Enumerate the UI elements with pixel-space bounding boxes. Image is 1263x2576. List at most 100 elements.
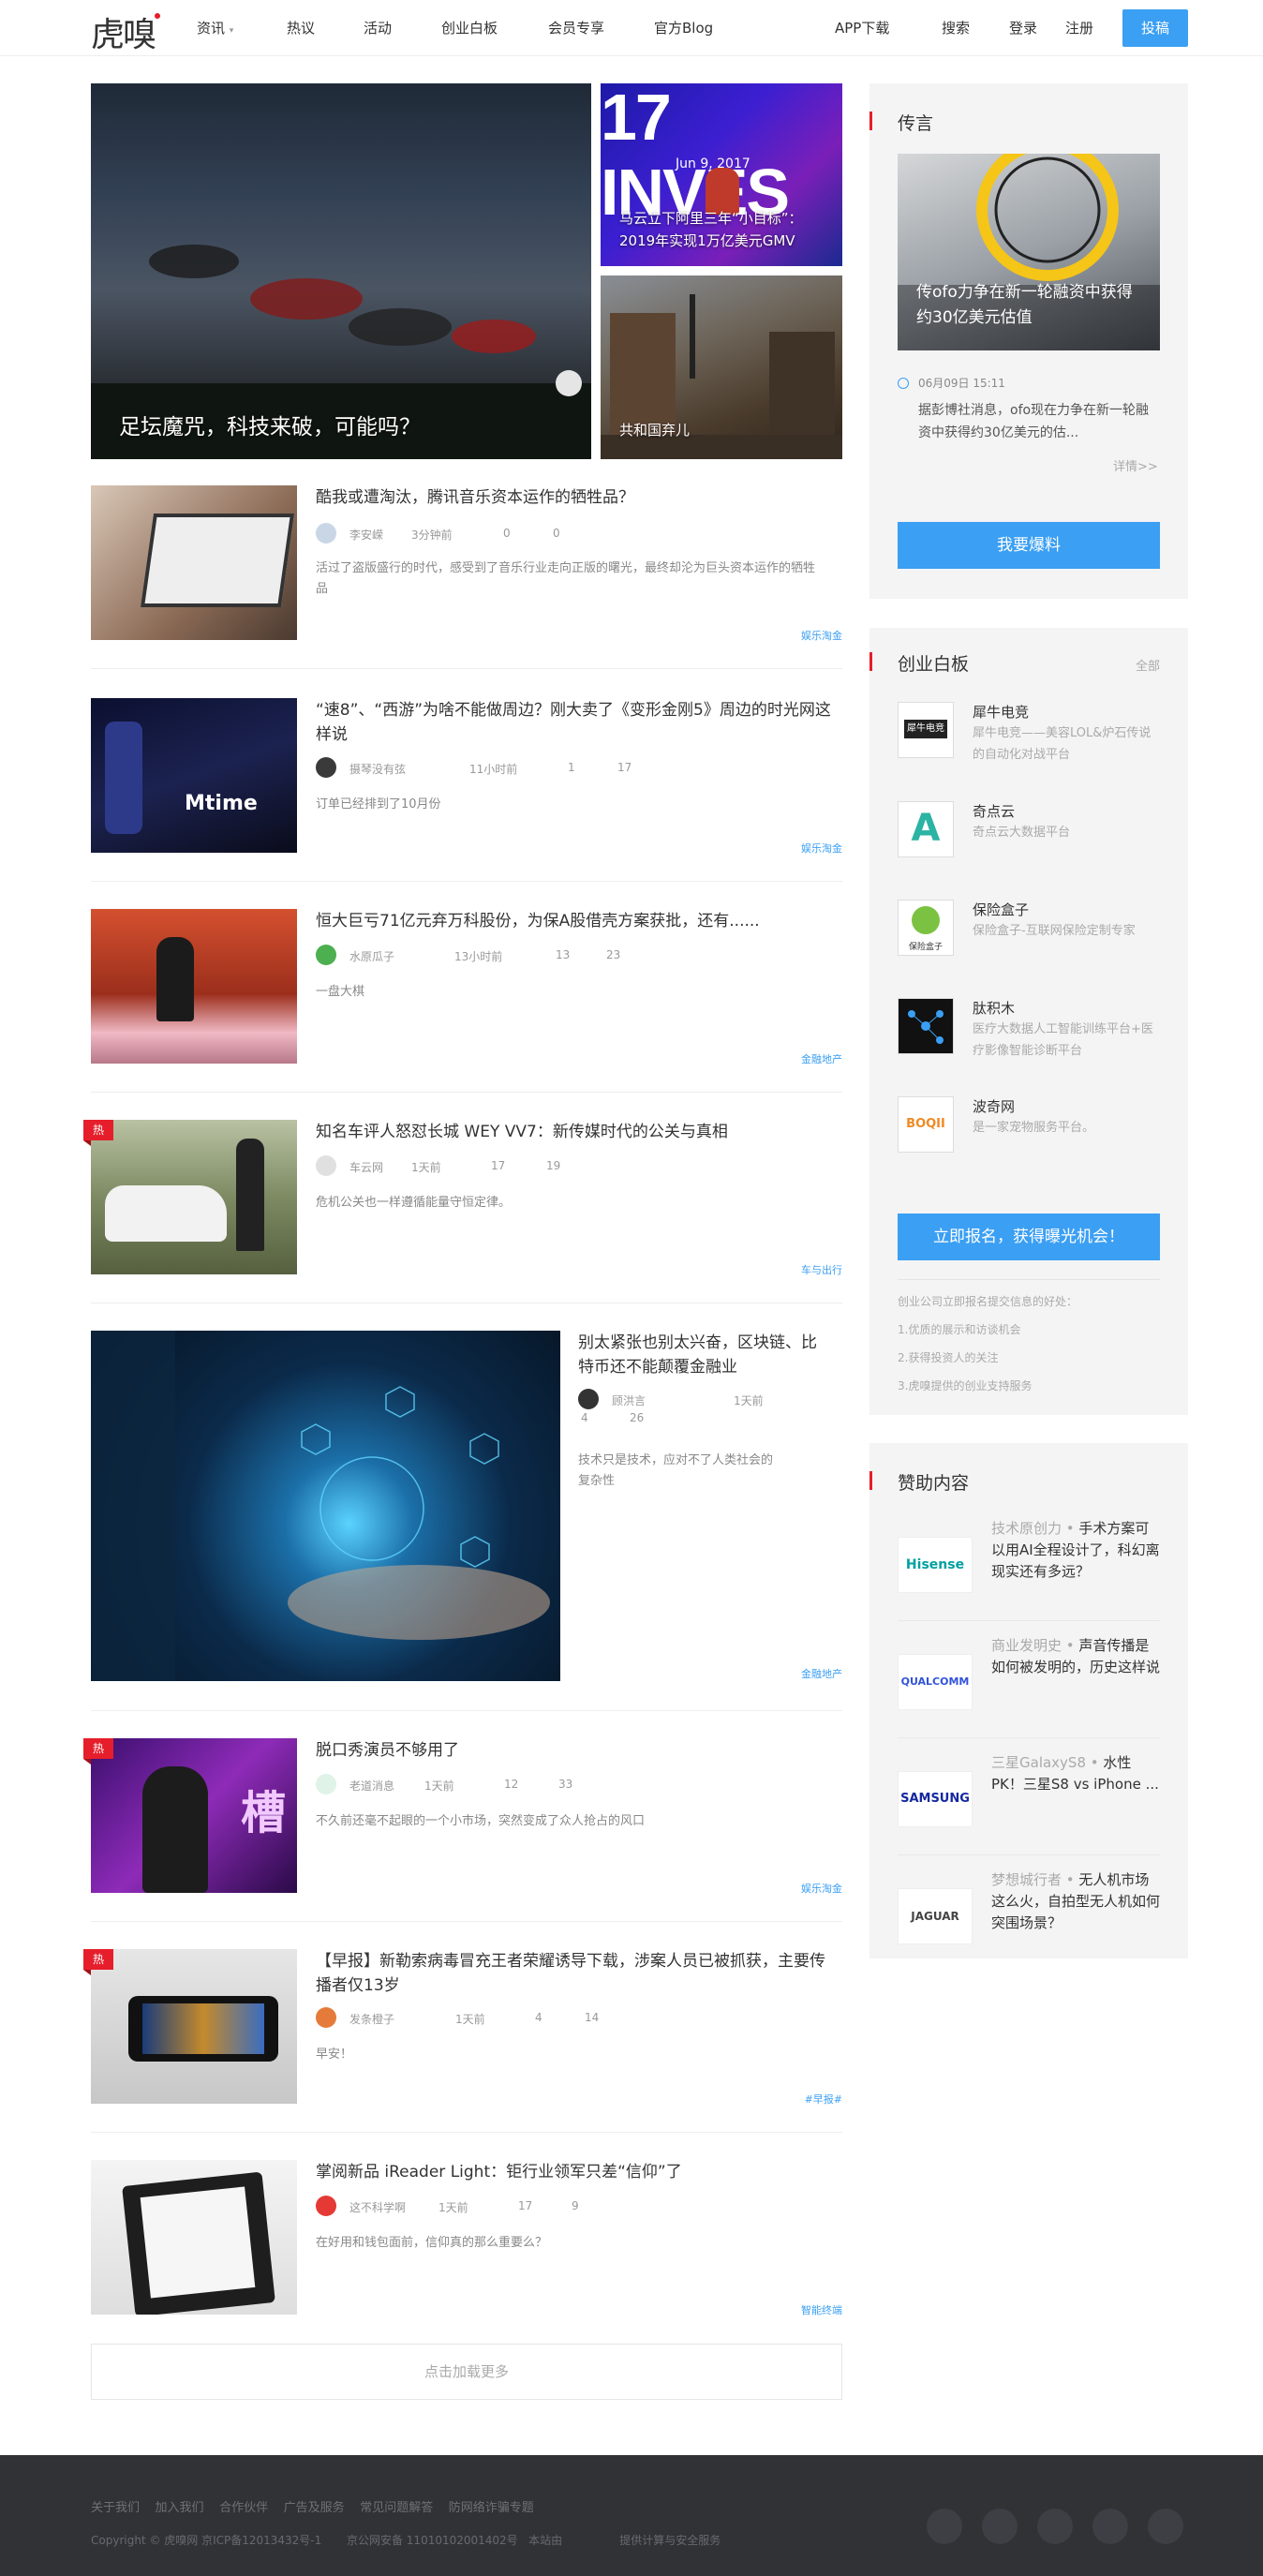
footer-link[interactable]: 关于我们 (91, 2501, 140, 2515)
footer-link[interactable]: 加入我们 (156, 2501, 204, 2515)
rumor-text[interactable]: 据彭博社消息，ofo现在力争在新一轮融资中获得约30亿美元的估... (918, 399, 1157, 444)
startup-company-item[interactable]: 肽积木 医疗大数据人工智能训练平台+医疗影像智能诊断平台 (898, 998, 1160, 1079)
login-link[interactable]: 登录 (1009, 18, 1037, 37)
search-link[interactable]: 搜索 (942, 18, 970, 37)
author-name[interactable]: 发条橙子 (349, 2011, 394, 2027)
sponsor-item[interactable]: JAGUAR 梦想城行者 • 无人机市场这么火，自拍型无人机如何突围场景？ (898, 1860, 1160, 1973)
article-title[interactable]: 酷我或遭淘汰，腾讯音乐资本运作的牺牲品？ (316, 485, 840, 510)
article-item-large[interactable]: 别太紧张也别太兴奋，区块链、比特币还不能颠覆金融业 顾洪言 1天前 4 26 技… (91, 1331, 842, 1711)
article-title[interactable]: 别太紧张也别太兴奋，区块链、比特币还不能颠覆金融业 (578, 1331, 822, 1379)
author-avatar[interactable] (316, 1774, 336, 1794)
article-desc: 危机公关也一样遵循能量守恒定律。 (316, 1196, 512, 1210)
nav-member[interactable]: 会员专享 (548, 18, 604, 37)
article-item[interactable]: 槽 热 脱口秀演员不够用了 老道消息 1天前 12 33 不久前还毫不起眼的一个… (83, 1738, 842, 1922)
article-item[interactable]: 掌阅新品 iReader Light：钜行业领军只差“信仰”了 这不科学啊 1天… (91, 2160, 842, 2319)
nav-events[interactable]: 活动 (364, 18, 392, 37)
author-name[interactable]: 车云网 (349, 1159, 383, 1175)
category-tag[interactable]: 娱乐淘金 (801, 1881, 842, 1896)
comment-count: 13 (556, 948, 571, 961)
article-title[interactable]: 脱口秀演员不够用了 (316, 1738, 840, 1763)
category-tag[interactable]: 智能终端 (801, 2302, 842, 2317)
like-count: 14 (585, 2011, 600, 2024)
article-thumbnail[interactable] (91, 1949, 297, 2104)
category-tag[interactable]: #早报# (805, 2092, 842, 2107)
sponsor-text: 三星GalaxyS8 • 水性PK！三星S8 vs iPhone ... (991, 1754, 1159, 1793)
rss-icon[interactable] (1092, 2509, 1128, 2544)
comment-count: 1 (568, 761, 575, 774)
article-title[interactable]: 知名车评人怒怼长城 WEY VV7：新传媒时代的公关与真相 (316, 1120, 840, 1144)
author-name[interactable]: 老道消息 (349, 1778, 394, 1794)
article-title[interactable]: 掌阅新品 iReader Light：钜行业领军只差“信仰”了 (316, 2160, 840, 2184)
footer-link[interactable]: 防网络诈骗专题 (449, 2501, 534, 2515)
author-name[interactable]: 顾洪言 (612, 1392, 646, 1408)
company-desc: 犀牛电竞——美容LOL&炉石传说的自动化对战平台 (973, 726, 1152, 762)
company-desc: 保险盒子-互联网保险定制专家 (973, 924, 1136, 938)
article-thumbnail[interactable]: Mtime (91, 698, 297, 853)
app-download-link[interactable]: APP下载 (835, 18, 889, 37)
post-button[interactable]: 投稿 (1122, 9, 1188, 47)
author-avatar[interactable] (316, 2196, 336, 2216)
footer-link[interactable]: 常见问题解答 (360, 2501, 433, 2515)
article-item[interactable]: 热 【早报】新勒索病毒冒充王者荣耀诱导下载，涉案人员已被抓获，主要传播者仅13岁… (83, 1949, 842, 2133)
article-thumbnail[interactable]: 槽 (91, 1738, 297, 1893)
article-title[interactable]: 【早报】新勒索病毒冒充王者荣耀诱导下载，涉案人员已被抓获，主要传播者仅13岁 (316, 1949, 840, 1998)
author-avatar[interactable] (316, 2007, 336, 2028)
author-name[interactable]: 这不科学啊 (349, 2199, 406, 2215)
mtime-logo: Mtime (185, 792, 258, 815)
article-thumbnail[interactable] (91, 2160, 297, 2315)
qq-icon[interactable] (1037, 2509, 1073, 2544)
like-count: 9 (572, 2199, 579, 2212)
load-more-button[interactable]: 点击加载更多 (91, 2344, 842, 2400)
sponsor-item[interactable]: Hisense 技术原创力 • 手术方案可以用AI全程设计了，科幻离现实还有多远… (898, 1509, 1160, 1621)
author-avatar[interactable] (316, 757, 336, 778)
author-avatar[interactable] (316, 945, 336, 965)
article-title[interactable]: 恒大巨亏71亿元弃万科股份，为保A股借壳方案获批，还有...... (316, 909, 840, 933)
hero-main-card[interactable]: 足坛魔咒，科技来破，可能吗？ (91, 83, 591, 459)
nav-hot-discussion[interactable]: 热议 (287, 18, 315, 37)
rumor-image[interactable]: 传ofo力争在新一轮融资中获得约30亿美元估值 (898, 154, 1160, 350)
article-thumbnail[interactable] (91, 1120, 297, 1274)
report-tip-button[interactable]: 我要爆料 (898, 522, 1160, 569)
category-tag[interactable]: 金融地产 (801, 1051, 842, 1066)
footer-link[interactable]: 广告及服务 (284, 2501, 345, 2515)
article-item[interactable]: Mtime “速8”、“西游”为啥不能做周边？刚大卖了《变形金刚5》周边的时光网… (91, 698, 842, 882)
startup-company-item[interactable]: BOQII 波奇网 是一家宠物服务平台。 (898, 1096, 1160, 1177)
article-title[interactable]: “速8”、“西游”为啥不能做周边？刚大卖了《变形金刚5》周边的时光网这样说 (316, 698, 840, 747)
category-tag[interactable]: 娱乐淘金 (801, 628, 842, 643)
nav-official-blog[interactable]: 官方Blog (654, 18, 713, 37)
category-tag[interactable]: 娱乐淘金 (801, 841, 842, 856)
article-item[interactable]: 恒大巨亏71亿元弃万科股份，为保A股借壳方案获批，还有...... 水原瓜子 1… (91, 909, 842, 1093)
robot-figure (105, 722, 142, 834)
hero-bottom-right-card[interactable]: 共和国弃儿 (601, 275, 842, 459)
startup-company-item[interactable]: 犀牛电竞 犀牛电竞 犀牛电竞——美容LOL&炉石传说的自动化对战平台 (898, 702, 1160, 782)
category-tag[interactable]: 车与出行 (801, 1262, 842, 1277)
weibo-icon[interactable] (927, 2509, 962, 2544)
app-icon[interactable] (1148, 2509, 1183, 2544)
author-avatar[interactable] (578, 1389, 599, 1409)
author-avatar[interactable] (316, 523, 336, 543)
nav-news[interactable]: 资讯 ▾ (197, 18, 233, 37)
author-name[interactable]: 李安嵘 (349, 527, 383, 543)
startup-company-item[interactable]: 保险盒子 保险盒子 保险盒子-互联网保险定制专家 (898, 900, 1160, 980)
article-item[interactable]: 热 知名车评人怒怼长城 WEY VV7：新传媒时代的公关与真相 车云网 1天前 … (83, 1120, 842, 1303)
startup-company-item[interactable]: A 奇点云 奇点云大数据平台 (898, 801, 1160, 882)
sponsor-item[interactable]: QUALCOMM 商业发明史 • 声音传播是如何被发明的，历史这样说 (898, 1626, 1160, 1738)
article-item[interactable]: 酷我或遭淘汰，腾讯音乐资本运作的牺牲品？ 李安嵘 3分钟前 0 0 活过了盗版盛… (91, 485, 842, 669)
apply-startup-button[interactable]: 立即报名，获得曝光机会！ (898, 1214, 1160, 1260)
article-thumbnail[interactable] (91, 485, 297, 640)
author-name[interactable]: 水原瓜子 (349, 948, 394, 964)
article-thumbnail[interactable] (91, 1331, 560, 1681)
rumor-detail-link[interactable]: 详情>> (1113, 456, 1158, 474)
wechat-icon[interactable] (982, 2509, 1018, 2544)
site-logo[interactable]: 虎嗅 (91, 7, 161, 56)
sponsor-item[interactable]: SAMSUNG 三星GalaxyS8 • 水性PK！三星S8 vs iPhone… (898, 1743, 1160, 1855)
article-thumbnail[interactable] (91, 909, 297, 1064)
hero-top-right-card[interactable]: 17 INVES Jun 9, 2017 马云立下阿里三年“小目标”：2019年… (601, 83, 842, 266)
startup-all-link[interactable]: 全部 (1136, 656, 1160, 674)
register-link[interactable]: 注册 (1065, 18, 1093, 37)
footer-link[interactable]: 合作伙伴 (219, 2501, 268, 2515)
author-name[interactable]: 摄琴没有弦 (349, 761, 406, 777)
nav-startup-board[interactable]: 创业白板 (441, 18, 498, 37)
author-avatar[interactable] (316, 1155, 336, 1176)
category-tag[interactable]: 金融地产 (801, 1666, 842, 1681)
